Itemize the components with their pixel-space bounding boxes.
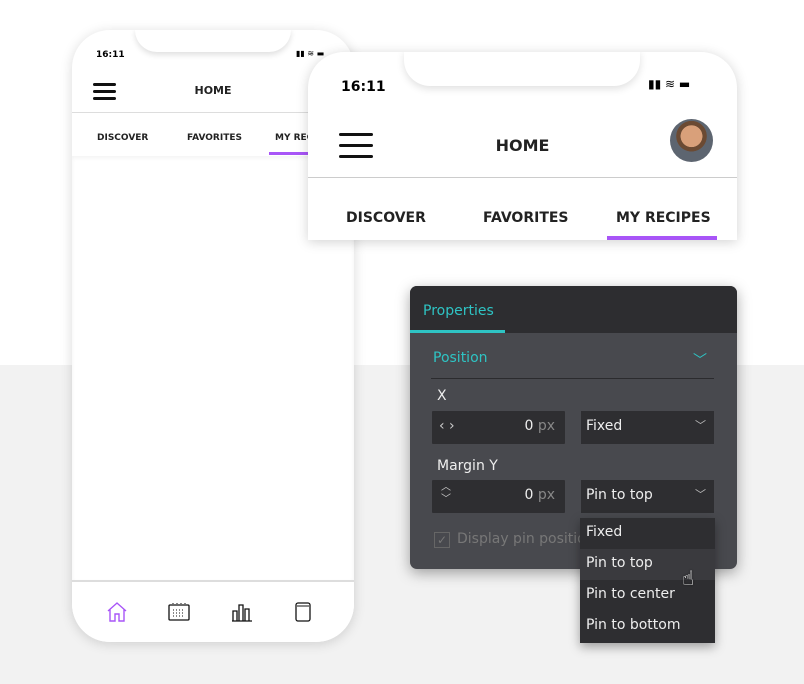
vertical-arrows-icon[interactable]: ︿ ﹀ — [441, 482, 451, 506]
bottom-nav — [72, 580, 354, 642]
display-pin-checkbox[interactable]: ✓ — [434, 532, 450, 548]
option-fixed[interactable]: Fixed — [580, 518, 715, 549]
divider — [308, 177, 737, 178]
horizontal-arrows-icon[interactable]: ‹ › — [439, 418, 455, 434]
status-time: 16:11 — [96, 50, 125, 60]
x-mode-select[interactable]: Fixed ﹀ — [581, 411, 714, 444]
x-mode-value: Fixed — [586, 418, 623, 434]
active-tab-indicator — [607, 236, 717, 240]
chevron-down-icon: ﹀ — [695, 488, 706, 501]
tab-discover[interactable]: DISCOVER — [97, 133, 148, 143]
book-icon[interactable] — [291, 600, 315, 624]
x-unit: px — [537, 418, 555, 434]
x-value: 0 — [524, 418, 534, 434]
chevron-down-icon[interactable]: ﹀ — [693, 350, 707, 370]
notch — [135, 30, 291, 52]
phone-mockup-large: 16:11 ▮▮ ≋ ▬ HOME DISCOVER FAVORITES MY … — [308, 52, 737, 240]
margin-y-value: 0 — [524, 487, 534, 503]
calendar-icon[interactable] — [167, 600, 191, 624]
x-label: X — [437, 388, 447, 404]
active-tab-indicator — [410, 330, 505, 333]
tab-favorites[interactable]: FAVORITES — [483, 210, 569, 226]
divider — [431, 378, 714, 379]
mode-dropdown-menu: Fixed Pin to top Pin to center Pin to bo… — [580, 518, 715, 643]
status-icons: ▮▮ ≋ ▬ — [648, 77, 691, 91]
margin-y-mode-select[interactable]: Pin to top ﹀ — [581, 480, 714, 513]
margin-y-input[interactable]: ︿ ﹀ 0 px — [432, 480, 565, 513]
margin-y-label: Margin Y — [437, 458, 498, 474]
margin-y-mode-value: Pin to top — [586, 487, 653, 503]
status-icons: ▮▮ ≋ ▬ — [296, 49, 325, 58]
display-pin-label: Display pin position — [457, 531, 595, 547]
chevron-down-icon: ﹀ — [695, 419, 706, 432]
tab-properties[interactable]: Properties — [423, 303, 494, 319]
margin-y-unit: px — [537, 487, 555, 503]
option-pin-to-top[interactable]: Pin to top — [580, 549, 715, 580]
panel-header: Properties — [410, 286, 737, 333]
option-pin-to-bottom[interactable]: Pin to bottom — [580, 611, 715, 642]
section-position[interactable]: Position — [433, 350, 488, 366]
home-icon[interactable] — [105, 600, 129, 624]
status-time: 16:11 — [341, 79, 386, 95]
tab-my-recipes[interactable]: MY RECIPES — [616, 210, 711, 226]
avatar[interactable] — [670, 119, 713, 162]
option-pin-to-center[interactable]: Pin to center — [580, 580, 715, 611]
tab-discover[interactable]: DISCOVER — [346, 210, 426, 226]
hand-cursor-icon: ☝ — [682, 566, 695, 590]
x-input[interactable]: ‹ › 0 px — [432, 411, 565, 444]
notch — [404, 52, 640, 86]
tab-favorites[interactable]: FAVORITES — [187, 133, 242, 143]
chart-icon[interactable] — [230, 600, 254, 624]
